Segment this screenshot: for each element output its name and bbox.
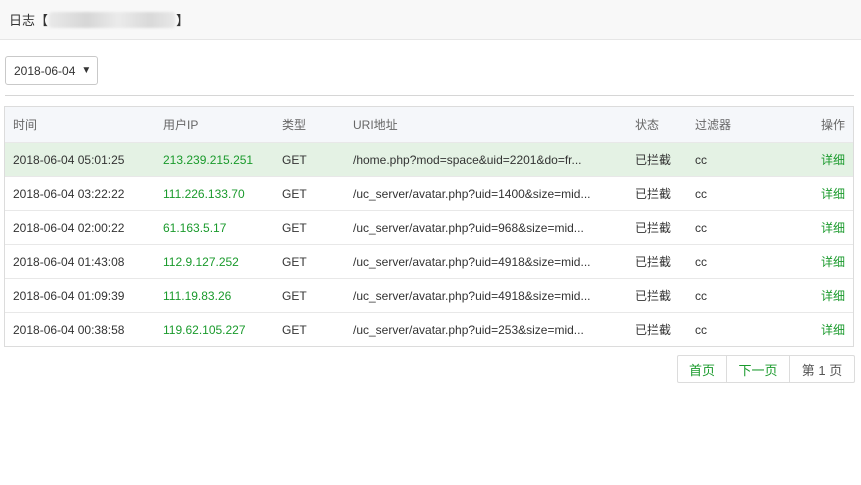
detail-link[interactable]: 详细 <box>795 219 853 236</box>
table-row: 2018-06-04 00:38:58 119.62.105.227 GET /… <box>5 312 853 346</box>
cell-type: GET <box>282 220 307 235</box>
cell-ip: 213.239.215.251 <box>163 152 254 167</box>
cell-filter: cc <box>695 288 707 303</box>
cell-type: GET <box>282 186 307 201</box>
cell-type: GET <box>282 322 307 337</box>
window-title-bar: 日志【 】 <box>0 0 861 40</box>
cell-filter: cc <box>695 186 707 201</box>
detail-link[interactable]: 详细 <box>795 321 853 338</box>
cell-status: 已拦截 <box>635 255 672 269</box>
cell-time: 2018-06-04 05:01:25 <box>13 152 125 167</box>
log-table: 时间 用户IP 类型 URI地址 状态 过滤器 操作 2018-06-04 05… <box>4 106 854 347</box>
cell-type: GET <box>282 254 307 269</box>
cell-type: GET <box>282 152 307 167</box>
cell-status: 已拦截 <box>635 153 672 167</box>
date-select[interactable]: 2018-06-04 ▼ <box>5 56 98 85</box>
cell-uri: /uc_server/avatar.php?uid=253&size=mid..… <box>353 322 584 337</box>
table-row: 2018-06-04 01:43:08 112.9.127.252 GET /u… <box>5 244 853 278</box>
date-select-value: 2018-06-04 <box>14 63 76 78</box>
cell-status: 已拦截 <box>635 221 672 235</box>
cell-status: 已拦截 <box>635 323 672 337</box>
cell-filter: cc <box>695 254 707 269</box>
window-title-suffix: 】 <box>176 13 190 28</box>
header-type: 类型 <box>282 118 307 132</box>
cell-ip: 111.19.83.26 <box>163 288 232 303</box>
header-filter: 过滤器 <box>695 118 732 132</box>
cell-uri: /uc_server/avatar.php?uid=4918&size=mid.… <box>353 288 591 303</box>
cell-filter: cc <box>695 322 707 337</box>
cell-status: 已拦截 <box>635 289 672 303</box>
cell-time: 2018-06-04 01:09:39 <box>13 288 125 303</box>
cell-uri: /uc_server/avatar.php?uid=1400&size=mid.… <box>353 186 591 201</box>
chevron-down-icon: ▼ <box>81 65 92 76</box>
header-status: 状态 <box>635 118 660 132</box>
detail-link[interactable]: 详细 <box>795 151 853 168</box>
header-uri: URI地址 <box>353 118 398 132</box>
cell-ip: 119.62.105.227 <box>163 322 246 337</box>
window-title-prefix: 日志【 <box>9 13 49 28</box>
detail-link[interactable]: 详细 <box>795 185 853 202</box>
cell-type: GET <box>282 288 307 303</box>
header-time: 时间 <box>13 118 38 132</box>
table-header-row: 时间 用户IP 类型 URI地址 状态 过滤器 操作 <box>5 107 853 142</box>
header-action: 操作 <box>820 118 845 132</box>
cell-ip: 61.163.5.17 <box>163 220 227 235</box>
detail-link[interactable]: 详细 <box>795 287 853 304</box>
cell-time: 2018-06-04 02:00:22 <box>13 220 125 235</box>
cell-time: 2018-06-04 03:22:22 <box>13 186 125 201</box>
first-page-button[interactable]: 首页 <box>678 356 727 382</box>
cell-time: 2018-06-04 00:38:58 <box>13 322 125 337</box>
detail-link[interactable]: 详细 <box>795 253 853 270</box>
toolbar: 2018-06-04 ▼ <box>5 56 98 85</box>
cell-uri: /home.php?mod=space&uid=2201&do=fr... <box>353 152 582 167</box>
table-row: 2018-06-04 05:01:25 213.239.215.251 GET … <box>5 142 853 176</box>
next-page-button[interactable]: 下一页 <box>727 356 790 382</box>
table-row: 2018-06-04 02:00:22 61.163.5.17 GET /uc_… <box>5 210 853 244</box>
cell-filter: cc <box>695 220 707 235</box>
pagination: 首页 下一页 第 1 页 <box>677 355 855 383</box>
cell-uri: /uc_server/avatar.php?uid=4918&size=mid.… <box>353 254 591 269</box>
cell-ip: 111.226.133.70 <box>163 186 245 201</box>
cell-time: 2018-06-04 01:43:08 <box>13 254 125 269</box>
redacted-site-name <box>49 11 176 28</box>
cell-ip: 112.9.127.252 <box>163 254 239 269</box>
cell-uri: /uc_server/avatar.php?uid=968&size=mid..… <box>353 220 584 235</box>
cell-status: 已拦截 <box>635 187 672 201</box>
cell-filter: cc <box>695 152 707 167</box>
divider <box>5 95 854 96</box>
table-row: 2018-06-04 03:22:22 111.226.133.70 GET /… <box>5 176 853 210</box>
header-ip: 用户IP <box>163 118 199 132</box>
table-row: 2018-06-04 01:09:39 111.19.83.26 GET /uc… <box>5 278 853 312</box>
current-page-label: 第 1 页 <box>801 362 843 378</box>
